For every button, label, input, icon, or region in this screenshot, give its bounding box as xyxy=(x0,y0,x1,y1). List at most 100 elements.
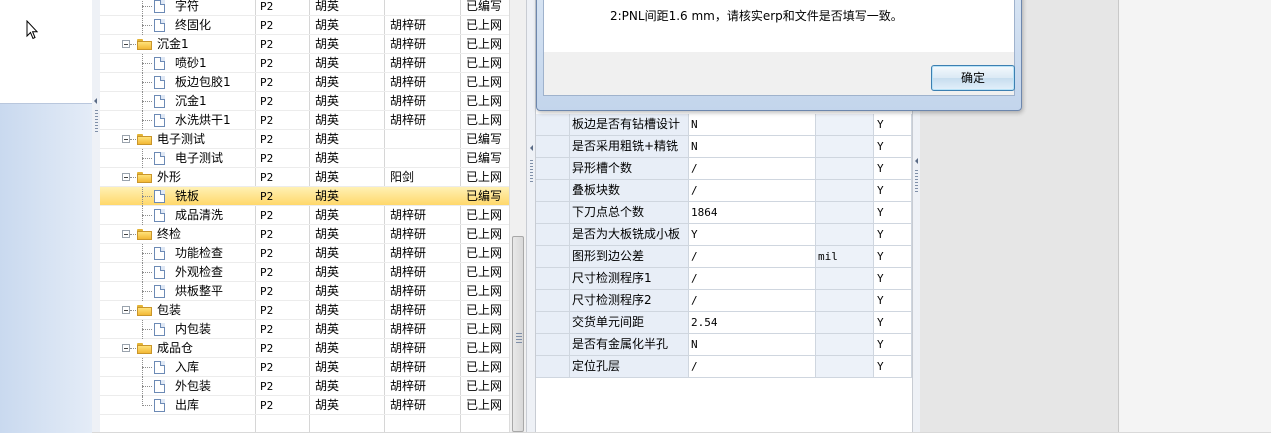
tree-cell-name: 字符 xyxy=(100,0,254,16)
tree-row[interactable]: 内包装 P2 胡英 胡梓研 已上网 xyxy=(100,320,509,339)
grid-cell-unit xyxy=(816,268,874,289)
tree-cell-operator: 胡英 xyxy=(315,151,340,165)
tree-cell-status: 已上网 xyxy=(466,18,503,32)
grid-row[interactable]: 尺寸检测程序1/ Y xyxy=(536,268,912,290)
grid-row-header[interactable] xyxy=(536,202,570,223)
tree-row[interactable]: 烘板整平 P2 胡英 胡梓研 已上网 xyxy=(100,282,509,301)
collapse-icon[interactable] xyxy=(122,173,130,181)
grid-cell-param: 尺寸检测程序2 xyxy=(570,290,689,311)
document-icon xyxy=(154,247,165,260)
grid-cell-value[interactable]: / xyxy=(689,268,816,289)
tree-cell-reviewer: 胡梓研 xyxy=(390,265,427,279)
middle-splitter[interactable] xyxy=(526,0,536,432)
tree-cell-status: 已上网 xyxy=(466,94,503,108)
grid-row-header[interactable] xyxy=(536,334,570,355)
grid-cell-value[interactable]: Y xyxy=(689,224,816,245)
tree-row[interactable]: 电子测试 P2 胡英 已编写 xyxy=(100,130,509,149)
grid-cell-unit xyxy=(816,356,874,377)
grid-row[interactable]: 叠板块数 / Y xyxy=(536,180,912,202)
collapse-icon[interactable] xyxy=(122,40,130,48)
collapse-icon[interactable] xyxy=(122,135,130,143)
tree-row[interactable]: 终检 P2 胡英 胡梓研 已上网 xyxy=(100,225,509,244)
grid-cell-value[interactable]: N xyxy=(689,114,816,135)
tree-cell-operator: 胡英 xyxy=(315,303,340,317)
grid-row-header[interactable] xyxy=(536,114,570,135)
tree-cell-code: P2 xyxy=(260,304,274,317)
tree-row[interactable]: 沉金1 P2 胡英 胡梓研 已上网 xyxy=(100,35,509,54)
tree-row[interactable]: 成品仓 P2 胡英 胡梓研 已上网 xyxy=(100,339,509,358)
tree-label: 出库 xyxy=(175,398,200,412)
tree-row[interactable]: 板边包胶1 P2 胡英 胡梓研 已上网 xyxy=(100,73,509,92)
grid-row-header[interactable] xyxy=(536,158,570,179)
tree-cell-reviewer xyxy=(390,149,460,168)
grid-row[interactable]: 下刀点总个数 1864 Y xyxy=(536,202,912,224)
dialog-message-area: 2:PNL间距1.6 mm，请核实erp和文件是否填写一致。 xyxy=(544,0,1014,52)
tree-row[interactable]: 终固化 P2 胡英 胡梓研 已上网 xyxy=(100,16,509,35)
tree-cell-status: 已上网 xyxy=(466,208,503,222)
tree-row[interactable]: 功能检查 P2 胡英 胡梓研 已上网 xyxy=(100,244,509,263)
tree-cell-code: P2 xyxy=(260,285,274,298)
tree-row[interactable]: 外观检查 P2 胡英 胡梓研 已上网 xyxy=(100,263,509,282)
grid-cell-value[interactable]: N xyxy=(689,334,816,355)
tree-cell-name: 成品仓 xyxy=(100,339,254,358)
tree-cell-name: 烘板整平 xyxy=(100,282,254,301)
tree-row[interactable]: 水洗烘干1 P2 胡英 胡梓研 已上网 xyxy=(100,111,509,130)
grid-row[interactable]: 交货单元间距 2.54 Y xyxy=(536,312,912,334)
tree-row[interactable]: 外包装 P2 胡英 胡梓研 已上网 xyxy=(100,377,509,396)
tree-cell-code: P2 xyxy=(260,399,274,412)
tree-row[interactable]: 成品清洗 P2 胡英 胡梓研 已上网 xyxy=(100,206,509,225)
grid-cell-unit xyxy=(816,158,874,179)
grid-row-header[interactable] xyxy=(536,246,570,267)
grid-row[interactable]: 板边是否有钻槽设计 N Y xyxy=(536,114,912,136)
grid-row-header[interactable] xyxy=(536,290,570,311)
grid-row-header[interactable] xyxy=(536,136,570,157)
collapse-icon[interactable] xyxy=(122,344,130,352)
grid-row[interactable]: 是否为大板铣成小板 Y Y xyxy=(536,224,912,246)
grid-cell-value[interactable]: 2.54 xyxy=(689,312,816,333)
tree-row[interactable]: 沉金1 P2 胡英 胡梓研 已上网 xyxy=(100,92,509,111)
tree-scrollbar[interactable] xyxy=(509,0,527,432)
grid-row[interactable]: 异形槽个数 / Y xyxy=(536,158,912,180)
grid-row[interactable]: 是否采用粗铣+精铣 N Y xyxy=(536,136,912,158)
ok-button[interactable]: 确定 xyxy=(931,65,1015,91)
collapse-icon[interactable] xyxy=(122,230,130,238)
tree-row[interactable]: 入库 P2 胡英 胡梓研 已上网 xyxy=(100,358,509,377)
tree-row[interactable]: 字符 P2 胡英 已编写 xyxy=(100,0,509,16)
grid-cell-value[interactable]: / xyxy=(689,158,816,179)
tree-cell-operator: 胡英 xyxy=(315,75,340,89)
tree-row[interactable]: 铣板 P2 胡英 已编写 xyxy=(100,187,509,206)
grid-cell-value[interactable]: N xyxy=(689,136,816,157)
tree-row[interactable]: 包装 P2 胡英 胡梓研 已上网 xyxy=(100,301,509,320)
tree-row[interactable]: 出库 P2 胡英 胡梓研 已上网 xyxy=(100,396,509,415)
grid-cell-value[interactable]: / xyxy=(689,290,816,311)
tree-row[interactable]: 电子测试 P2 胡英 已编写 xyxy=(100,149,509,168)
grid-row-header[interactable] xyxy=(536,356,570,377)
grid-cell-value[interactable]: / xyxy=(689,356,816,377)
tree-row[interactable]: 喷砂1 P2 胡英 胡梓研 已上网 xyxy=(100,54,509,73)
tree-cell-status: 已编写 xyxy=(466,132,503,146)
grid-row-header[interactable] xyxy=(536,312,570,333)
grid-row-header[interactable] xyxy=(536,180,570,201)
tree-cell-status: 已上网 xyxy=(466,227,503,241)
grid-cell-value[interactable]: / xyxy=(689,180,816,201)
tree-row[interactable]: 外形 P2 胡英 阳剑 已上网 xyxy=(100,168,509,187)
grid-cell-flag: Y xyxy=(874,114,912,135)
grid-right-splitter[interactable] xyxy=(912,110,920,432)
grid-cell-value[interactable]: 1864 xyxy=(689,202,816,223)
grid-row[interactable]: 是否有金属化半孔 N Y xyxy=(536,334,912,356)
grid-row[interactable]: 尺寸检测程序2/ Y xyxy=(536,290,912,312)
grid-row-header[interactable] xyxy=(536,224,570,245)
tree-cell-name: 功能检查 xyxy=(100,244,254,263)
tree-cell-status: 已上网 xyxy=(466,75,503,89)
grid-row[interactable]: 定位孔层 / Y xyxy=(536,356,912,378)
tree-cell-status: 已上网 xyxy=(466,303,503,317)
tree-cell-reviewer: 胡梓研 xyxy=(390,208,427,222)
tree-cell-name: 成品清洗 xyxy=(100,206,254,225)
grid-cell-value[interactable]: / xyxy=(689,246,816,267)
tree-cell-status: 已上网 xyxy=(466,265,503,279)
left-panel xyxy=(0,0,93,433)
tree-cell-name: 电子测试 xyxy=(100,149,254,168)
collapse-icon[interactable] xyxy=(122,306,130,314)
grid-row[interactable]: 图形到边公差 / mil Y xyxy=(536,246,912,268)
grid-row-header[interactable] xyxy=(536,268,570,289)
